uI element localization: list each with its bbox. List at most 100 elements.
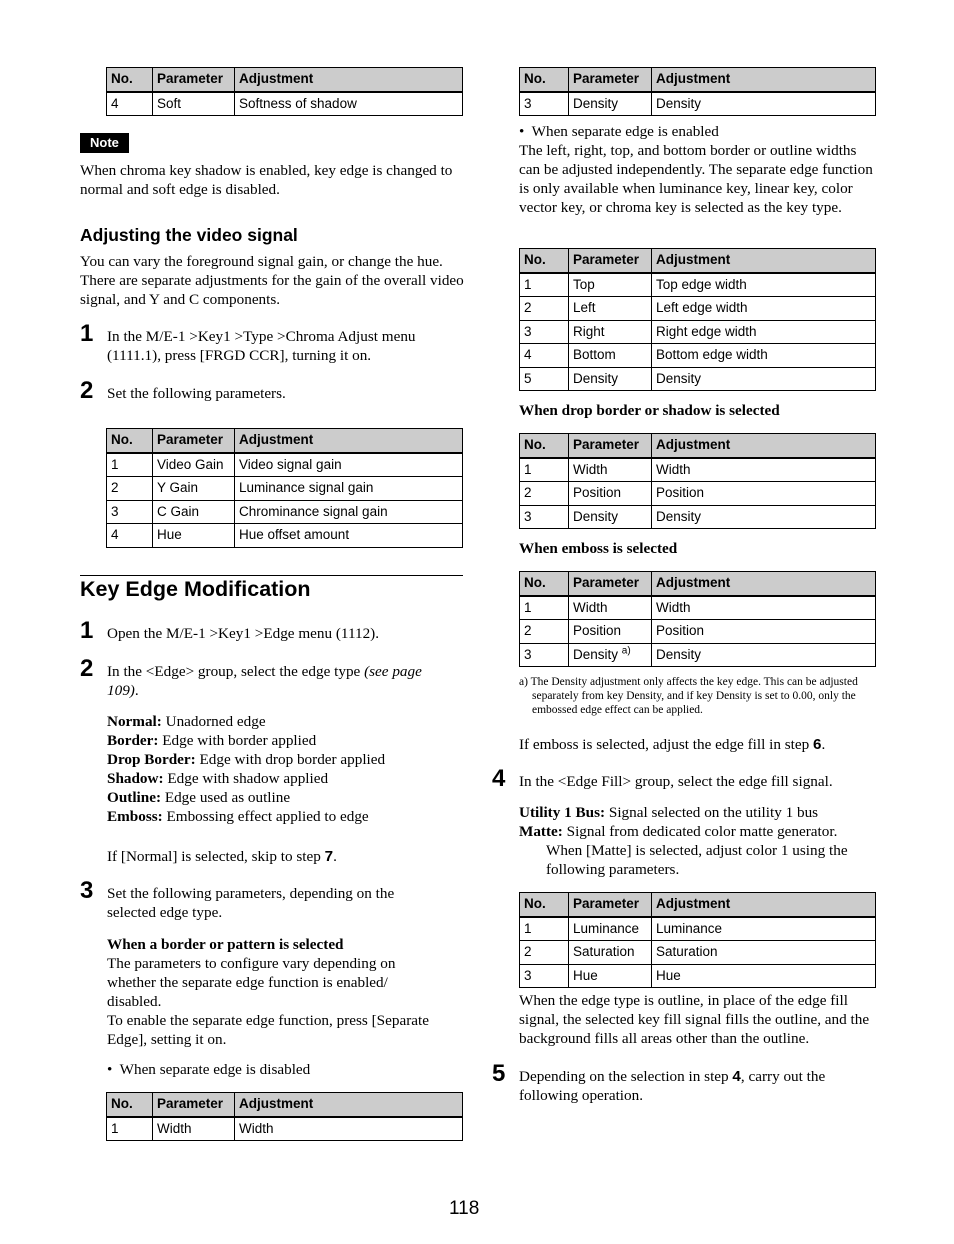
- matte-detail: When [Matte] is selected, adjust color 1…: [546, 842, 848, 878]
- cell-no: 2: [519, 619, 569, 644]
- cell-no: 1: [106, 452, 153, 477]
- table-row: 3 Right Right edge width: [519, 319, 876, 344]
- edge-type-item: Shadow: Edge with shadow applied: [107, 769, 465, 788]
- cell-adjustment-text: Luminance signal gain: [239, 480, 374, 496]
- skip-note-text: If [Normal] is selected, skip to step: [107, 848, 325, 865]
- skip-step-number: 7: [324, 848, 334, 865]
- cell-adjustment: Density: [651, 91, 876, 116]
- edge-type-item-desc: Unadorned edge: [161, 713, 266, 730]
- cell-parameter: Position: [568, 619, 652, 644]
- cell-parameter: Soft: [152, 91, 235, 116]
- note-text: When chroma key shadow is enabled, key e…: [80, 162, 453, 198]
- header-adjustment: Adjustment: [651, 892, 876, 918]
- edge-type-item: Normal: Unadorned edge: [107, 712, 465, 731]
- note-badge: Note: [80, 133, 129, 153]
- cell-parameter-text: Width: [573, 461, 608, 477]
- cell-no-text: 1: [524, 599, 532, 615]
- bullet-separate-enabled-text: When separate edge is enabled: [531, 123, 719, 140]
- cell-adjustment: Left edge width: [651, 296, 876, 321]
- cell-parameter: Luminance: [568, 916, 652, 941]
- cell-parameter-text: Soft: [157, 95, 182, 111]
- edge-step-3-text: Set the following parameters, depending …: [107, 885, 395, 921]
- footnote-marker[interactable]: a): [622, 645, 631, 656]
- cell-adjustment: Hue: [651, 963, 876, 988]
- density-table: No. Parameter Adjustment 3 Density Density: [519, 67, 876, 116]
- cell-adjustment-text: Density: [656, 646, 702, 662]
- edge-type-item-term: Emboss:: [107, 808, 163, 825]
- cell-adjustment-text: Width: [656, 599, 691, 615]
- cell-parameter: Width: [152, 1116, 235, 1141]
- edge-type-item-desc: Edge with drop border applied: [195, 751, 386, 768]
- video-step-1-number: 1: [80, 320, 94, 347]
- edge-step-1-number: 1: [80, 617, 94, 644]
- cell-no-text: 3: [524, 646, 532, 662]
- border-text-2: To enable the separate edge function, pr…: [107, 1012, 429, 1048]
- cell-parameter: Density: [568, 504, 652, 529]
- cell-no-text: 1: [111, 1120, 119, 1136]
- cell-parameter-text: Luminance: [573, 920, 640, 936]
- table-row: 2 Left Left edge width: [519, 296, 876, 321]
- cell-adjustment: Position: [651, 481, 876, 506]
- separate-enabled-text: The left, right, top, and bottom border …: [519, 142, 873, 216]
- cell-adjustment-text: Position: [656, 623, 705, 639]
- cell-parameter-text: Hue: [157, 527, 182, 543]
- cell-parameter: Density a): [568, 642, 652, 667]
- emboss-note: If emboss is selected, adjust the edge f…: [519, 735, 879, 754]
- table-row: 1 Video Gain Video signal gain: [106, 452, 463, 477]
- fill-option-item-term: Matte:: [519, 823, 563, 840]
- cell-adjustment: Position: [651, 619, 876, 644]
- cell-no: 1: [519, 595, 569, 620]
- cell-adjustment: Width: [651, 595, 876, 620]
- header-no: No.: [106, 428, 153, 454]
- cell-parameter: Hue: [568, 963, 652, 988]
- cell-adjustment: Width: [234, 1116, 463, 1141]
- cell-adjustment-text: Density: [656, 508, 702, 524]
- table-row: 2 Position Position: [519, 481, 876, 506]
- cell-adjustment-text: Video signal gain: [239, 456, 342, 472]
- cell-no: 1: [519, 457, 569, 482]
- cell-no-text: 3: [524, 508, 532, 524]
- cell-parameter-text: Hue: [573, 967, 598, 983]
- skip-note: If [Normal] is selected, skip to step 7.: [107, 847, 465, 866]
- table-header-row: No. Parameter Adjustment: [106, 67, 463, 93]
- header-parameter: Parameter: [568, 67, 652, 93]
- edge-step-4-number: 4: [492, 765, 506, 792]
- page-number: 118: [449, 1198, 480, 1219]
- cell-adjustment: Top edge width: [651, 272, 876, 297]
- header-adjustment: Adjustment: [651, 571, 876, 597]
- bullet-separate-enabled: • When separate edge is enabled: [519, 123, 719, 140]
- video-step-1-text: In the M/E-1 >Key1 >Type >Chroma Adjust …: [107, 328, 416, 364]
- cell-parameter: Video Gain: [152, 452, 235, 477]
- header-parameter: Parameter: [568, 892, 652, 918]
- cell-no: 5: [519, 366, 569, 391]
- cell-parameter: Top: [568, 272, 652, 297]
- cell-parameter-text: C Gain: [157, 503, 200, 519]
- table-row: 1 Width Width: [519, 457, 876, 482]
- edge-step-2-text-end: .: [134, 682, 139, 699]
- fill-option-item-desc: Signal from dedicated color matte genera…: [562, 823, 838, 840]
- drop-border-heading: When drop border or shadow is selected: [519, 402, 780, 419]
- cell-parameter: C Gain: [152, 499, 235, 524]
- cell-parameter: Density: [568, 91, 652, 116]
- cell-adjustment-text: Top edge width: [656, 276, 747, 292]
- cell-adjustment: Chrominance signal gain: [234, 499, 463, 524]
- cell-adjustment: Width: [651, 457, 876, 482]
- edge-type-item-desc: Edge used as outline: [161, 789, 291, 806]
- cell-adjustment: Density: [651, 504, 876, 529]
- cell-parameter: Saturation: [568, 940, 652, 965]
- cell-parameter-text: Density: [573, 370, 619, 386]
- cell-adjustment-text: Position: [656, 485, 705, 501]
- edge-step-5-number: 5: [492, 1060, 506, 1087]
- separate-enabled-table: No. Parameter Adjustment 1 Top Top edge wi…: [519, 248, 876, 391]
- cell-adjustment-text: Hue offset amount: [239, 527, 350, 543]
- cell-parameter: Width: [568, 457, 652, 482]
- header-parameter: Parameter: [568, 571, 652, 597]
- header-adjustment: Adjustment: [651, 67, 876, 93]
- edge-type-item: Emboss: Embossing effect applied to edge: [107, 807, 465, 826]
- table-row: 1 Top Top edge width: [519, 272, 876, 297]
- cell-no: 3: [519, 642, 569, 667]
- cell-parameter-text: Density: [573, 95, 619, 111]
- table-row: 3 Hue Hue: [519, 963, 876, 988]
- table-row: 4 Soft Softness of shadow: [106, 91, 463, 116]
- cell-no: 1: [519, 272, 569, 297]
